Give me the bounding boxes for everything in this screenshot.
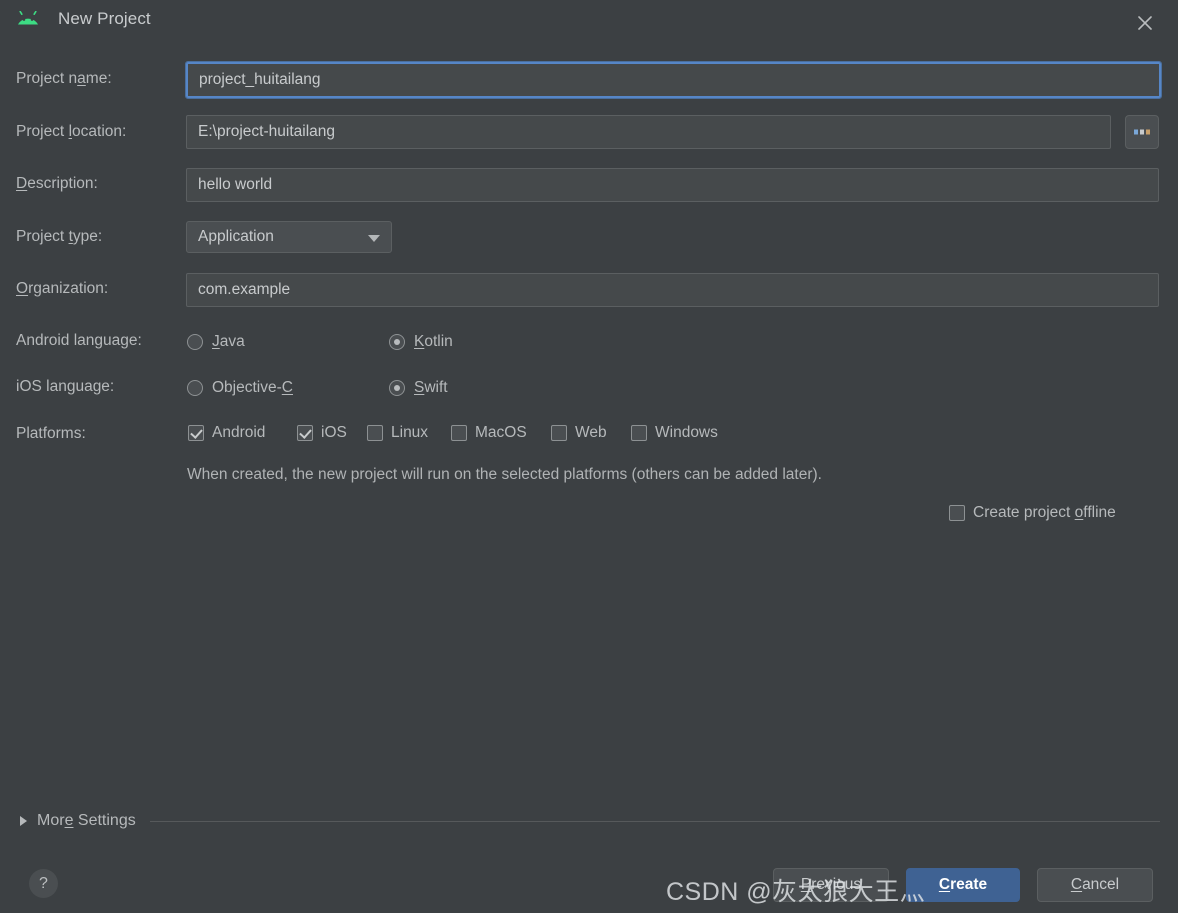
create-button[interactable]: Create <box>906 868 1020 902</box>
radio-ios-objective-c[interactable]: Objective-C <box>187 379 293 397</box>
cancel-button[interactable]: Cancel <box>1037 868 1153 902</box>
android-robot-icon <box>16 10 42 33</box>
project-type-label: Project type: <box>16 228 103 245</box>
new-project-dialog: New Project Project name: Project locati… <box>0 0 1178 913</box>
checkbox-label: Android <box>212 424 266 441</box>
check-mark <box>188 425 204 441</box>
description-label: Description: <box>16 175 98 192</box>
checkbox-platform-linux[interactable]: Linux <box>367 424 428 442</box>
checkbox-label: Web <box>575 424 607 441</box>
organization-label: Organization: <box>16 280 109 297</box>
platforms-hint-text: When created, the new project will run o… <box>187 466 822 483</box>
radio-android-kotlin[interactable]: Kotlin <box>389 333 453 351</box>
project-location-label: Project location: <box>16 123 127 140</box>
check-mark <box>297 425 313 441</box>
project-type-value: Application <box>198 228 274 245</box>
check-mark <box>631 425 647 441</box>
android-language-label: Android language: <box>16 332 142 349</box>
checkbox-platform-android[interactable]: Android <box>188 424 265 442</box>
ios-language-label: iOS language: <box>16 378 115 395</box>
more-settings-toggle[interactable]: More Settings <box>20 810 1160 832</box>
checkbox-label: MacOS <box>475 424 527 441</box>
check-mark <box>451 425 467 441</box>
radio-mark <box>389 380 405 396</box>
radio-label: Kotlin <box>414 333 453 350</box>
checkbox-label: Linux <box>391 424 429 441</box>
project-name-input[interactable] <box>185 61 1162 99</box>
radio-label: Java <box>212 333 245 350</box>
chevron-right-icon <box>20 816 27 826</box>
ellipsis-icon <box>1134 129 1150 135</box>
check-mark <box>949 505 965 521</box>
browse-folder-button[interactable] <box>1125 115 1159 149</box>
description-input[interactable] <box>186 168 1159 202</box>
checkbox-platform-macos[interactable]: MacOS <box>451 424 527 442</box>
project-type-select[interactable]: Application <box>186 221 392 253</box>
chevron-down-icon <box>368 235 380 242</box>
radio-mark <box>389 334 405 350</box>
radio-android-java[interactable]: Java <box>187 333 245 351</box>
platforms-label: Platforms: <box>16 425 86 442</box>
checkbox-label: iOS <box>321 424 347 441</box>
radio-label: Objective-C <box>212 379 293 396</box>
checkbox-platform-ios[interactable]: iOS <box>297 424 347 442</box>
check-mark <box>367 425 383 441</box>
help-button[interactable]: ? <box>29 869 58 898</box>
organization-input[interactable] <box>186 273 1159 307</box>
project-name-label: Project name: <box>16 70 112 87</box>
project-location-input[interactable] <box>186 115 1111 149</box>
checkbox-label: Create project offline <box>973 504 1116 521</box>
radio-mark <box>187 334 203 350</box>
title-bar: New Project <box>0 0 1178 46</box>
more-settings-label: More Settings <box>37 812 136 829</box>
close-icon[interactable] <box>1130 8 1160 38</box>
radio-label: Swift <box>414 379 448 396</box>
divider <box>149 820 1160 822</box>
previous-button[interactable]: Previous <box>773 868 889 902</box>
radio-mark <box>187 380 203 396</box>
radio-ios-swift[interactable]: Swift <box>389 379 448 397</box>
checkbox-platform-windows[interactable]: Windows <box>631 424 718 442</box>
checkbox-create-project-offline[interactable]: Create project offline <box>949 504 1116 522</box>
window-title: New Project <box>58 9 151 28</box>
check-mark <box>551 425 567 441</box>
checkbox-label: Windows <box>655 424 718 441</box>
checkbox-platform-web[interactable]: Web <box>551 424 607 442</box>
